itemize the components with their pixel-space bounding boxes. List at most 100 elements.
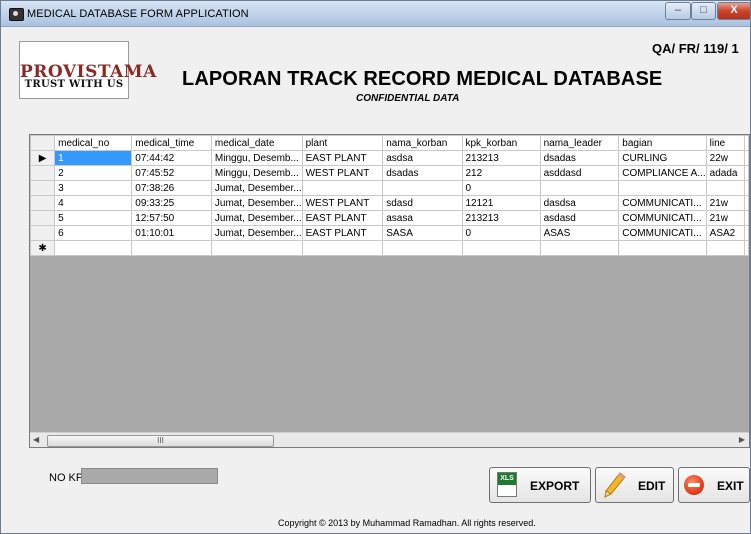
scroll-thumb[interactable]: III — [47, 435, 274, 447]
table-row[interactable]: ▶ 1 07:44:42 Minggu, Desemb... EAST PLANT asd… — [30, 150, 749, 166]
table-row[interactable]: 6 01:10:01 Jumat, Desember... EAST PLANT SAS… — [30, 225, 749, 241]
cell-medical-date[interactable]: Jumat, Desember... — [210, 210, 303, 226]
scroll-right-icon[interactable]: ▶ — [739, 435, 745, 444]
cell-nama-korban[interactable]: asdsa — [382, 150, 463, 166]
cell-nama-leader[interactable]: dsadas — [539, 150, 620, 166]
column-header-plant[interactable]: plant — [301, 135, 384, 151]
horizontal-scrollbar[interactable]: ◀ III ▶ — [30, 432, 749, 447]
column-header-line[interactable]: line — [705, 135, 746, 151]
cell-plant[interactable] — [301, 180, 384, 196]
cell-line[interactable] — [705, 240, 746, 256]
cell-medical-time[interactable]: 07:38:26 — [131, 180, 212, 196]
cell-nama-leader[interactable] — [539, 240, 620, 256]
cell-line[interactable]: 21w — [705, 210, 746, 226]
cell-line[interactable] — [705, 180, 746, 196]
cell-nama-korban[interactable]: sdasd — [382, 195, 463, 211]
cell-kpk-korban[interactable]: 0 — [461, 180, 541, 196]
table-row[interactable]: 2 07:45:52 Minggu, Desemb... WEST PLANT dsad… — [30, 165, 749, 181]
cell-nama-korban[interactable] — [382, 180, 463, 196]
row-header[interactable]: ✱ — [30, 240, 56, 256]
cell-medical-no[interactable]: 4 — [54, 195, 133, 211]
cell-plant[interactable]: EAST PLANT — [301, 225, 384, 241]
data-grid[interactable]: medical_no medical_time medical_date plant n… — [29, 134, 750, 448]
cell-bagian[interactable]: COMPLIANCE A... — [618, 165, 707, 181]
cell-medical-date[interactable]: Minggu, Desemb... — [210, 150, 303, 166]
cell-line[interactable]: 21w — [705, 195, 746, 211]
cell-plant[interactable]: EAST PLANT — [301, 150, 384, 166]
cell-kpk-korban[interactable]: 12121 — [461, 195, 541, 211]
row-header[interactable] — [30, 210, 56, 226]
cell-plant[interactable]: WEST PLANT — [301, 195, 384, 211]
column-header-nama-leader[interactable]: nama_leader — [539, 135, 620, 151]
export-button[interactable]: XLS EXPORT — [489, 467, 591, 503]
cell-nama-leader[interactable] — [539, 180, 620, 196]
cell-medical-date[interactable]: Minggu, Desemb... — [210, 165, 303, 181]
cell-medical-time[interactable]: 07:44:42 — [131, 150, 212, 166]
cell-medical-no[interactable]: 6 — [54, 225, 133, 241]
cell-nama-korban[interactable]: SASA — [382, 225, 463, 241]
maximize-button[interactable]: □ — [691, 2, 716, 20]
column-header-filler — [744, 135, 749, 151]
cell-nama-leader[interactable]: dasdsa — [539, 195, 620, 211]
cell-nama-korban[interactable]: asasa — [382, 210, 463, 226]
cell-kpk-korban[interactable]: 212 — [461, 165, 541, 181]
table-row[interactable]: 4 09:33:25 Jumat, Desember... WEST PLANT sda… — [30, 195, 749, 211]
cell-line[interactable]: 22w — [705, 150, 746, 166]
cell-plant[interactable]: WEST PLANT — [301, 165, 384, 181]
cell-medical-no[interactable]: 5 — [54, 210, 133, 226]
cell-bagian[interactable]: COMMUNICATI... — [618, 210, 707, 226]
cell-line[interactable]: ASA2 — [705, 225, 746, 241]
row-header[interactable]: ▶ — [30, 150, 56, 166]
column-header-bagian[interactable]: bagian — [618, 135, 707, 151]
cell-medical-time[interactable]: 12:57:50 — [131, 210, 212, 226]
no-kpk-input[interactable] — [81, 468, 218, 484]
column-header-medical-time[interactable]: medical_time — [131, 135, 212, 151]
scroll-left-icon[interactable]: ◀ — [33, 435, 39, 444]
cell-kpk-korban[interactable] — [461, 240, 541, 256]
table-row[interactable]: 3 07:38:26 Jumat, Desember... 0 — [30, 180, 749, 196]
cell-bagian[interactable]: COMMUNICATI... — [618, 225, 707, 241]
cell-medical-no[interactable] — [54, 240, 133, 256]
column-header-medical-no[interactable]: medical_no — [54, 135, 133, 151]
title-bar[interactable]: MEDICAL DATABASE FORM APPLICATION – □ X — [1, 1, 750, 27]
cell-kpk-korban[interactable]: 213213 — [461, 150, 541, 166]
cell-bagian[interactable] — [618, 240, 707, 256]
cell-plant[interactable]: EAST PLANT — [301, 210, 384, 226]
cell-kpk-korban[interactable]: 0 — [461, 225, 541, 241]
cell-medical-time[interactable]: 07:45:52 — [131, 165, 212, 181]
cell-medical-date[interactable]: Jumat, Desember... — [210, 180, 303, 196]
cell-medical-no[interactable]: 1 — [54, 150, 133, 166]
cell-medical-date[interactable] — [210, 240, 303, 256]
cell-medical-date[interactable]: Jumat, Desember... — [210, 195, 303, 211]
cell-medical-no[interactable]: 2 — [54, 165, 133, 181]
row-header[interactable] — [30, 225, 56, 241]
cell-nama-korban[interactable] — [382, 240, 463, 256]
exit-button[interactable]: EXIT — [678, 467, 750, 503]
minimize-button[interactable]: – — [665, 2, 691, 20]
row-header[interactable] — [30, 195, 56, 211]
cell-medical-date[interactable]: Jumat, Desember... — [210, 225, 303, 241]
cell-medical-time[interactable] — [131, 240, 212, 256]
close-button[interactable]: X — [717, 2, 750, 20]
column-header-kpk-korban[interactable]: kpk_korban — [461, 135, 541, 151]
cell-nama-korban[interactable]: dsadas — [382, 165, 463, 181]
cell-kpk-korban[interactable]: 213213 — [461, 210, 541, 226]
new-row[interactable]: ✱ — [30, 240, 749, 256]
row-header[interactable] — [30, 165, 56, 181]
cell-plant[interactable] — [301, 240, 384, 256]
row-header[interactable] — [30, 180, 56, 196]
cell-medical-time[interactable]: 01:10:01 — [131, 225, 212, 241]
cell-nama-leader[interactable]: ASAS — [539, 225, 620, 241]
cell-line[interactable]: adada — [705, 165, 746, 181]
cell-medical-time[interactable]: 09:33:25 — [131, 195, 212, 211]
cell-medical-no[interactable]: 3 — [54, 180, 133, 196]
edit-button[interactable]: EDIT — [595, 467, 674, 503]
cell-bagian[interactable]: CURLING — [618, 150, 707, 166]
column-header-medical-date[interactable]: medical_date — [210, 135, 303, 151]
column-header-nama-korban[interactable]: nama_korban — [382, 135, 463, 151]
cell-nama-leader[interactable]: asddasd — [539, 165, 620, 181]
cell-bagian[interactable] — [618, 180, 707, 196]
cell-bagian[interactable]: COMMUNICATI... — [618, 195, 707, 211]
table-row[interactable]: 5 12:57:50 Jumat, Desember... EAST PLANT asa… — [30, 210, 749, 226]
cell-nama-leader[interactable]: asdasd — [539, 210, 620, 226]
